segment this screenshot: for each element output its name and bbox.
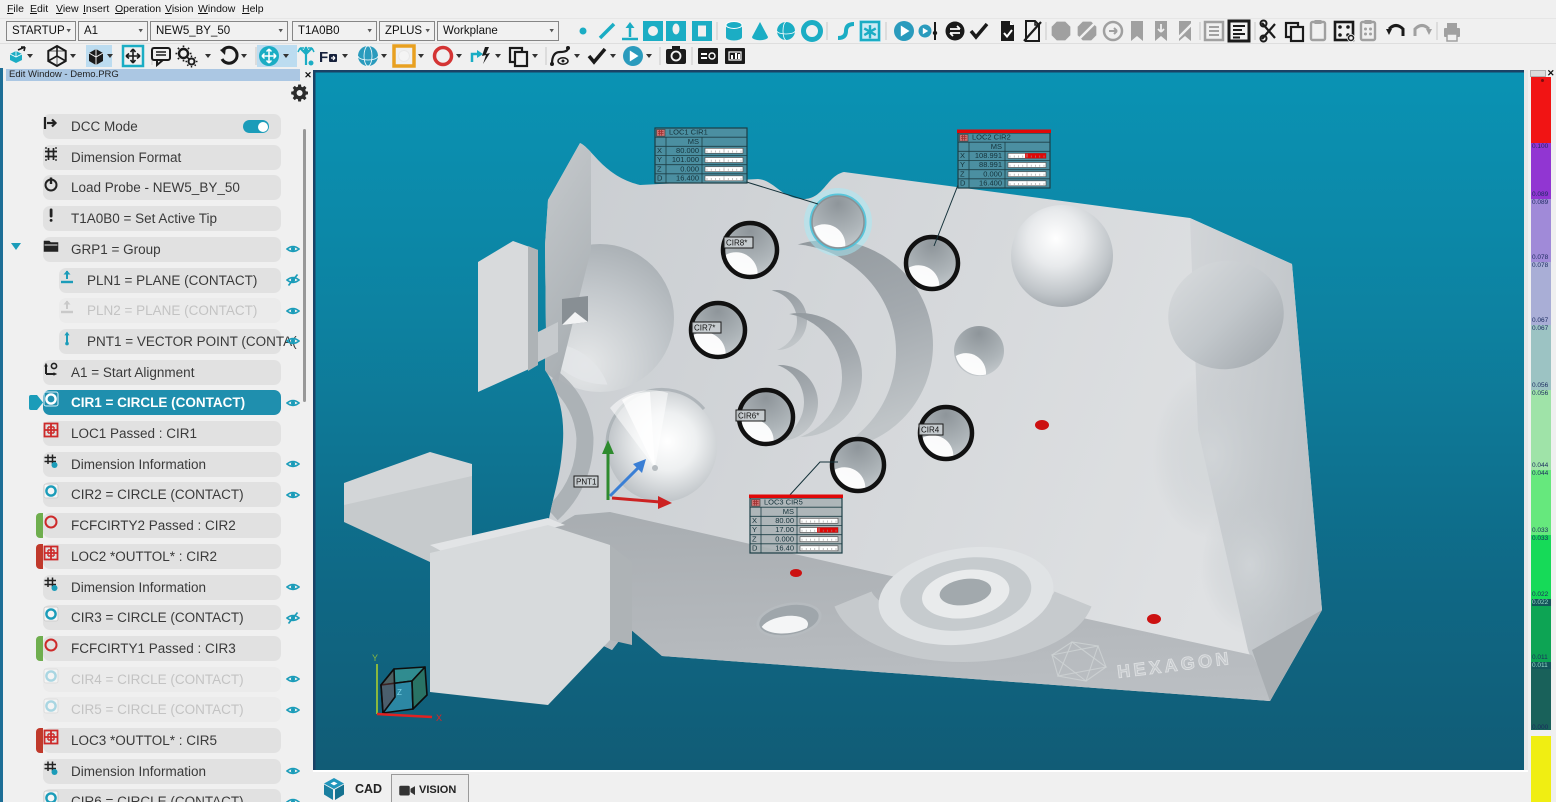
svg-text:0.000: 0.000 — [775, 534, 794, 543]
svg-text:Z: Z — [397, 688, 402, 697]
svg-text:MS: MS — [688, 137, 699, 146]
svg-text:80.00: 80.00 — [775, 516, 794, 525]
svg-text:Z: Z — [960, 169, 965, 178]
svg-text:F: F — [319, 49, 328, 66]
svg-text:Y: Y — [372, 653, 378, 663]
svg-text:108.991: 108.991 — [975, 151, 1002, 160]
svg-text:CIR8*: CIR8* — [726, 239, 747, 248]
svg-text:X: X — [436, 713, 442, 723]
svg-text:16.400: 16.400 — [676, 174, 699, 183]
svg-text:CIR6*: CIR6* — [738, 412, 759, 421]
svg-text:Z: Z — [657, 164, 662, 173]
svg-text:LOC3 CIR5: LOC3 CIR5 — [764, 498, 803, 507]
svg-text:CIR4: CIR4 — [921, 426, 940, 435]
svg-text:D: D — [657, 174, 663, 183]
svg-text:0.000: 0.000 — [983, 169, 1002, 178]
svg-text:LOC1 CIR1: LOC1 CIR1 — [669, 128, 708, 137]
svg-text:∗: ∗ — [862, 21, 879, 43]
svg-text:Y: Y — [960, 160, 965, 169]
svg-text:101.000: 101.000 — [672, 155, 699, 164]
svg-text:MS: MS — [783, 507, 794, 516]
svg-text:PNT1: PNT1 — [576, 478, 597, 487]
svg-text:X: X — [657, 146, 662, 155]
svg-text:X: X — [960, 151, 965, 160]
svg-text:LOC2 CIR2: LOC2 CIR2 — [972, 133, 1011, 142]
svg-text:17.00: 17.00 — [775, 525, 794, 534]
svg-text:80.000: 80.000 — [676, 146, 699, 155]
svg-text:16.400: 16.400 — [979, 179, 1002, 188]
svg-text:D: D — [960, 179, 966, 188]
svg-text:CIR7*: CIR7* — [694, 324, 715, 333]
svg-text:Y: Y — [752, 525, 757, 534]
svg-text:D: D — [752, 544, 758, 553]
svg-text:Y: Y — [657, 155, 662, 164]
svg-text:88.991: 88.991 — [979, 160, 1002, 169]
svg-text:X: X — [752, 516, 757, 525]
svg-text:0.000: 0.000 — [680, 164, 699, 173]
svg-text:16.40: 16.40 — [775, 544, 794, 553]
svg-text:MS: MS — [991, 142, 1002, 151]
svg-text:Z: Z — [752, 534, 757, 543]
